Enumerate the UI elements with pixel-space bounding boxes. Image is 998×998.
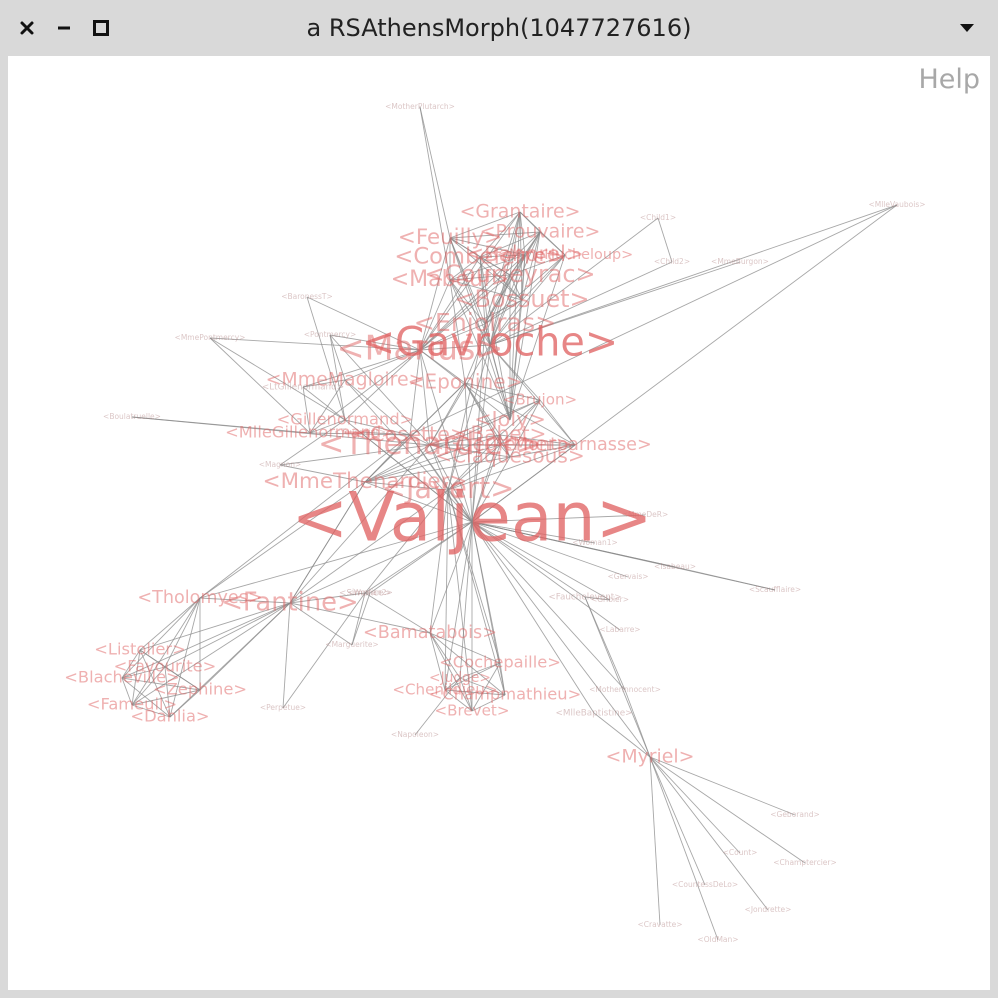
graph-edge	[649, 756, 661, 926]
graph-node-isabeau[interactable]: <Isabeau>	[654, 562, 696, 571]
graph-edge	[419, 106, 451, 239]
graph-node-dahlia[interactable]: <Dahlia>	[130, 707, 209, 726]
graph-node-mmepontmercy[interactable]: <MmePontmercy>	[175, 333, 246, 342]
graph-node-champmathieu[interactable]: <Champmathieu>	[429, 685, 582, 704]
graph-node-oldman[interactable]: <OldMan>	[697, 935, 738, 944]
graph-node-gervais[interactable]: <Gervais>	[607, 572, 648, 581]
graph-edge	[657, 217, 673, 263]
graph-node-gavroche[interactable]: <Gavroche>	[362, 320, 618, 366]
graph-node-valjean[interactable]: <Valjean>	[291, 479, 652, 558]
graph-node-baronesst[interactable]: <BaronessT>	[281, 292, 333, 301]
minimize-icon[interactable]	[50, 14, 78, 42]
graph-node-bamatabois[interactable]: <Bamatabois>	[363, 623, 497, 643]
graph-node-cochepaille[interactable]: <Cochepaille>	[439, 653, 561, 672]
graph-edge	[649, 756, 719, 941]
graph-node-favourite[interactable]: <Favourite>	[114, 657, 217, 676]
graph-node-fauchelevent[interactable]: <Fauchelevent>	[548, 593, 621, 603]
graph-edge	[584, 596, 626, 691]
graph-canvas[interactable]: <Child1> <Child2> <Magnon> <MmeBurgon> <Boul…	[8, 56, 990, 990]
graph-node-labarre[interactable]: <Labarre>	[599, 625, 640, 634]
graph-node-thenardier[interactable]: <Thenardier>	[318, 426, 542, 462]
graph-edge	[649, 756, 741, 854]
graph-node-magnon[interactable]: <Magnon>	[259, 460, 302, 469]
graph-node-geborand[interactable]: <Geborand>	[770, 810, 820, 819]
graph-node-cochepaille2[interactable]: <Jondrette>	[745, 905, 792, 914]
graph-node-zephine[interactable]: <Zephine>	[153, 680, 247, 699]
graph-node-champtercier[interactable]: <Champtercier>	[773, 858, 837, 867]
graph-node-fantine[interactable]: <Fantine>	[221, 588, 358, 618]
window-title-bar[interactable]: a RSAthensMorph(1047727616)	[0, 0, 998, 56]
graph-edge	[282, 602, 291, 709]
graph-edge	[584, 596, 651, 758]
graph-node-boulatruelle[interactable]: <Boulatruelle>	[103, 412, 161, 421]
graph-node-eponine[interactable]: <Eponine>	[408, 370, 523, 394]
graph-node-grantaire[interactable]: <Grantaire>	[460, 201, 581, 223]
graph-node-motherinnocent[interactable]: <MotherInnocent>	[589, 685, 661, 694]
graph-node-motherplutarch[interactable]: <MotherPlutarch>	[385, 102, 455, 111]
graph-node-mlleVaubois[interactable]: <MlleVaubois>	[868, 200, 925, 209]
graph-node-cravatte[interactable]: <Cravatte>	[637, 920, 682, 929]
graph-node-scaufflaire[interactable]: <Scaufflaire>	[749, 585, 801, 594]
graph-node-child1[interactable]: <Child1>	[640, 213, 676, 222]
network-graph[interactable]: <Child1> <Child2> <Magnon> <MmeBurgon> <Boul…	[8, 56, 990, 990]
close-icon[interactable]	[13, 14, 41, 42]
graph-node-perpetue[interactable]: <Perpetue>	[260, 703, 306, 712]
graph-node-mllebaptistine[interactable]: <MlleBaptistine>	[556, 709, 633, 719]
graph-node-courfeyrac[interactable]: <Courfeyrac>	[424, 260, 595, 288]
graph-node-mmemagloire[interactable]: <MmeMagloire>	[266, 369, 425, 391]
graph-node-napoleon[interactable]: <Napoleon>	[391, 730, 439, 739]
graph-node-brevet[interactable]: <Brevet>	[435, 702, 510, 720]
graph-node-child2[interactable]: <Child2>	[654, 257, 690, 266]
window-title: a RSAthensMorph(1047727616)	[306, 14, 692, 42]
dropdown-triangle-icon[interactable]	[953, 14, 981, 42]
window: a RSAthensMorph(1047727616) <Child1> <Chi…	[0, 0, 998, 998]
graph-node-countessdelo[interactable]: <CountessDeLo>	[672, 880, 738, 889]
graph-nodes: <Child1> <Child2> <Magnon> <MmeBurgon> <Boul…	[64, 102, 925, 944]
help-link[interactable]: Help	[918, 64, 980, 95]
maximize-icon[interactable]	[87, 14, 115, 42]
graph-node-myriel[interactable]: <Myriel>	[605, 746, 694, 768]
graph-node-mmeburgon[interactable]: <MmeBurgon>	[711, 257, 769, 266]
graph-node-mllebaptistine2[interactable]: <Count>	[723, 848, 758, 857]
